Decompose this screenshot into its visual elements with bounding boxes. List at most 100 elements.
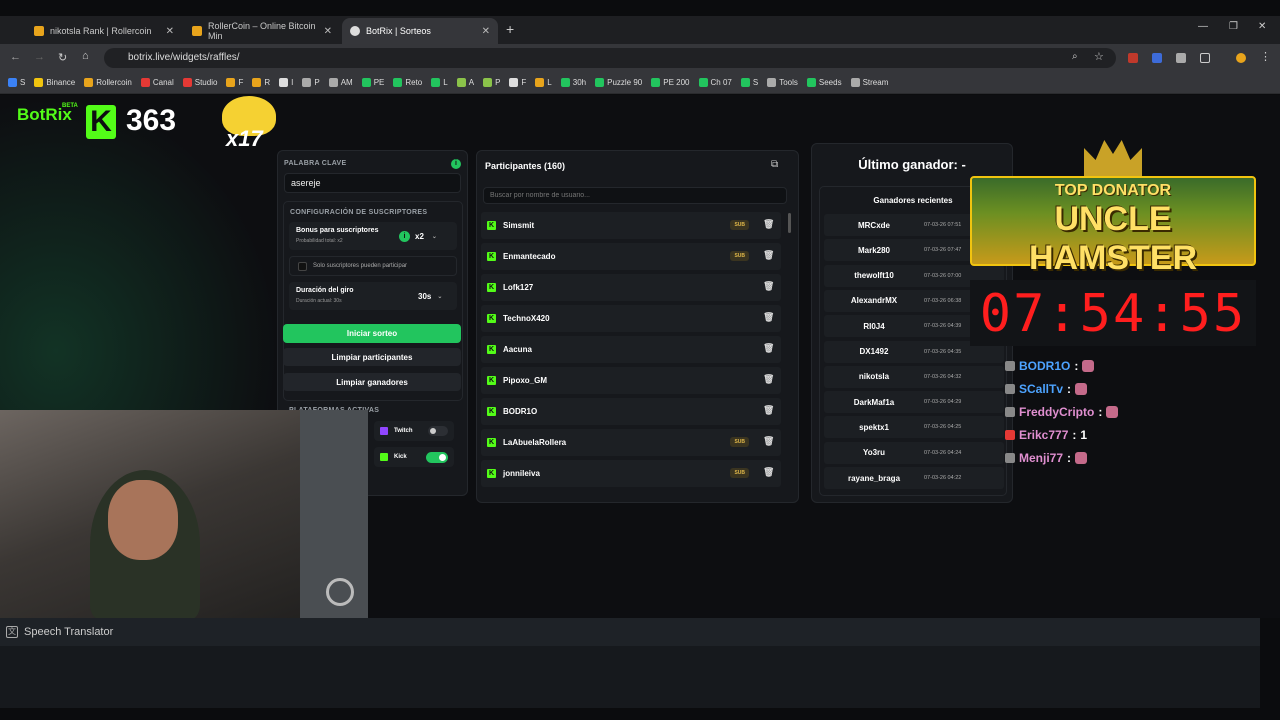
keyword-label: PALABRA CLAVE xyxy=(284,160,347,167)
delete-participant-icon[interactable]: 🗑 xyxy=(763,374,774,384)
delete-participant-icon[interactable]: 🗑 xyxy=(763,467,774,477)
bookmark-label: 30h xyxy=(572,78,587,87)
menu-kebab-icon[interactable]: ⋮ xyxy=(1260,50,1271,63)
copy-icon[interactable]: ⧉ xyxy=(771,159,778,170)
bookmark-item[interactable]: 30h xyxy=(560,78,587,87)
sub-badge: SUB xyxy=(730,437,749,447)
zoom-search-icon[interactable]: ⌕ xyxy=(1072,51,1078,62)
scrollbar[interactable] xyxy=(788,213,791,233)
bookmark-label: L xyxy=(547,78,552,87)
bookmark-item[interactable]: I xyxy=(279,78,293,87)
delete-participant-icon[interactable]: 🗑 xyxy=(763,281,774,291)
bookmarks-bar: S Binance Rollercoin Canal Studio F R I P AM PE Ret… xyxy=(0,72,1280,94)
forward-icon[interactable]: → xyxy=(34,51,45,63)
new-tab-icon[interactable]: + xyxy=(506,21,514,37)
bookmark-item[interactable]: L xyxy=(535,78,552,87)
delete-participant-icon[interactable]: 🗑 xyxy=(763,250,774,260)
kick-toggle[interactable] xyxy=(426,451,448,463)
clear-winners-button[interactable]: Limpiar ganadores xyxy=(283,373,461,391)
info-icon[interactable]: i xyxy=(451,159,461,169)
delete-participant-icon[interactable]: 🗑 xyxy=(763,219,774,229)
minimize-icon[interactable]: — xyxy=(1198,21,1208,32)
extension-icon[interactable] xyxy=(1128,53,1138,63)
bookmark-item[interactable]: Binance xyxy=(34,78,75,87)
rollercoin-favicon-icon xyxy=(192,26,202,36)
bookmark-item[interactable]: PE xyxy=(361,78,384,87)
kick-icon: K xyxy=(487,376,496,385)
bookmark-item[interactable]: A xyxy=(456,78,474,87)
url-input[interactable]: botrix.live/widgets/raffles/ xyxy=(104,48,1116,68)
bookmark-favicon-icon xyxy=(302,78,312,87)
bookmark-item[interactable]: Stream xyxy=(850,78,888,87)
subs-only-label: Solo suscriptores pueden participar xyxy=(313,263,408,269)
bookmark-item[interactable]: S xyxy=(8,78,25,87)
tab-botrix[interactable]: BotRix | Sorteos ✕ xyxy=(342,18,498,44)
extensions-puzzle-icon[interactable] xyxy=(1200,53,1210,63)
bookmark-item[interactable]: L xyxy=(431,78,448,87)
reload-icon[interactable]: ↻ xyxy=(58,51,67,64)
participant-name: TechnoX420 xyxy=(503,314,550,323)
bookmark-item[interactable]: Tools xyxy=(767,78,798,87)
close-window-icon[interactable]: ✕ xyxy=(1258,21,1266,32)
bookmark-item[interactable]: AM xyxy=(328,78,353,87)
bookmark-item[interactable]: Seeds xyxy=(806,78,842,87)
bookmark-item[interactable]: Studio xyxy=(182,78,218,87)
tab-nikotsla[interactable]: nikotsla Rank | Rollercoin ✕ xyxy=(26,18,182,44)
bookmark-item[interactable]: P xyxy=(483,78,500,87)
clear-participants-button[interactable]: Limpiar participantes xyxy=(283,348,461,366)
bookmark-item[interactable]: F xyxy=(509,78,526,87)
profile-avatar[interactable] xyxy=(1236,53,1246,63)
spin-title: Duración del giro xyxy=(296,287,354,294)
maximize-icon[interactable]: ❐ xyxy=(1229,21,1238,32)
bookmark-item[interactable]: P xyxy=(302,78,320,87)
delete-participant-icon[interactable]: 🗑 xyxy=(763,343,774,353)
close-tab-icon[interactable]: ✕ xyxy=(482,26,490,37)
bookmark-item[interactable]: Puzzle 90 xyxy=(595,78,642,87)
countdown-timer: 07:54:55 xyxy=(979,284,1247,344)
bookmark-item[interactable]: S xyxy=(740,78,758,87)
start-raffle-button[interactable]: Iniciar sorteo xyxy=(283,324,461,343)
participant-row: K LaAbuelaRollera SUB 🗑 xyxy=(481,429,781,456)
bookmark-item[interactable]: Ch 07 xyxy=(698,78,732,87)
kick-icon: K xyxy=(487,407,496,416)
close-tab-icon[interactable]: ✕ xyxy=(324,26,332,37)
bookmark-item[interactable]: R xyxy=(252,78,270,87)
bookmark-item[interactable]: F xyxy=(226,78,243,87)
keyword-input[interactable]: asereje xyxy=(284,173,461,193)
bookmark-item[interactable]: Rollercoin xyxy=(84,78,132,87)
subs-only-row[interactable]: Solo suscriptores pueden participar xyxy=(289,256,457,276)
bookmark-item[interactable]: PE 200 xyxy=(651,78,690,87)
tab-rollercoin[interactable]: RollerCoin – Online Bitcoin Min ✕ xyxy=(184,18,340,44)
kick-icon: K xyxy=(487,283,496,292)
twitch-toggle[interactable] xyxy=(428,426,448,436)
chat-message: Erikc777:1 xyxy=(1005,428,1087,442)
back-icon[interactable]: ← xyxy=(10,51,21,63)
bookmark-label: Rollercoin xyxy=(96,78,132,87)
bonus-select[interactable]: x2 ⌄ xyxy=(415,230,451,243)
bookmark-favicon-icon xyxy=(252,78,262,87)
delete-participant-icon[interactable]: 🗑 xyxy=(763,405,774,415)
extension-icon[interactable] xyxy=(1176,53,1186,63)
delete-participant-icon[interactable]: 🗑 xyxy=(763,312,774,322)
info-icon[interactable]: i xyxy=(399,231,410,242)
extension-icon[interactable] xyxy=(1152,53,1162,63)
bookmark-item[interactable]: Reto xyxy=(393,78,422,87)
bookmark-star-icon[interactable]: ☆ xyxy=(1094,50,1104,63)
home-icon[interactable]: ⌂ xyxy=(82,50,89,62)
chevron-down-icon: ⌄ xyxy=(437,294,443,300)
bookmark-label: Ch 07 xyxy=(710,78,732,87)
bonus-title: Bonus para suscriptores xyxy=(296,227,379,234)
participant-search-input[interactable] xyxy=(483,187,787,204)
bookmark-item[interactable]: Canal xyxy=(140,78,174,87)
delete-participant-icon[interactable]: 🗑 xyxy=(763,436,774,446)
beta-badge: BETA xyxy=(62,103,78,109)
subs-only-checkbox[interactable] xyxy=(298,261,307,271)
kick-icon: K xyxy=(487,469,496,478)
bookmark-favicon-icon xyxy=(806,78,816,87)
timer-box: 07:54:55 xyxy=(970,280,1256,346)
bookmark-label: Studio xyxy=(194,78,218,87)
winner-row: spektx1 07-03-26 04:25 xyxy=(824,416,1004,439)
spin-duration-select[interactable]: 30s ⌄ xyxy=(418,290,454,303)
participant-row: Kjonnileiva SUB 🗑 xyxy=(481,460,781,487)
close-tab-icon[interactable]: ✕ xyxy=(166,26,174,37)
